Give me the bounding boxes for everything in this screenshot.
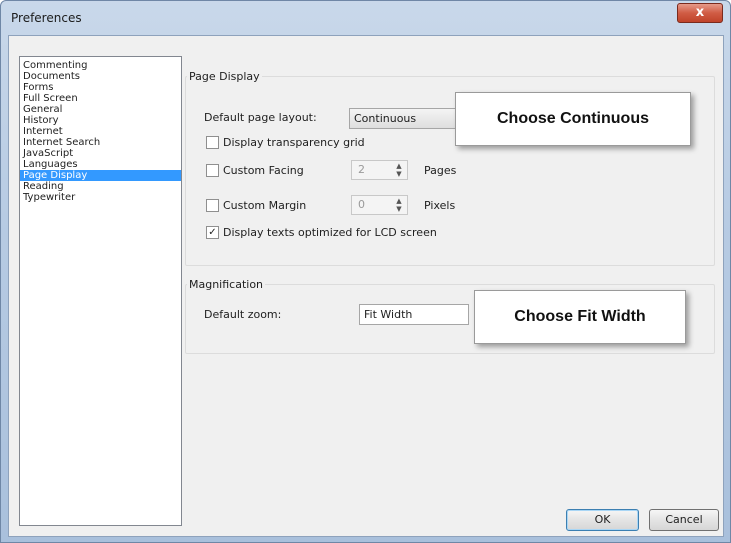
custom-facing-label[interactable]: Custom Facing <box>223 164 304 177</box>
stepper-arrows-icon[interactable]: ▲ ▼ <box>394 197 404 213</box>
category-item-full-screen[interactable]: Full Screen <box>20 93 181 104</box>
preferences-window: Preferences x Commenting Documents Forms… <box>0 0 731 543</box>
custom-margin-label[interactable]: Custom Margin <box>223 199 306 212</box>
default-zoom-value: Fit Width <box>364 308 413 321</box>
checkmark-icon: ✓ <box>208 227 217 238</box>
custom-facing-value: 2 <box>358 163 365 176</box>
custom-facing-unit: Pages <box>424 164 457 177</box>
custom-margin-value: 0 <box>358 198 365 211</box>
default-zoom-select[interactable]: Fit Width <box>359 304 469 325</box>
category-item-general[interactable]: General <box>20 104 181 115</box>
transparency-grid-checkbox[interactable] <box>206 136 219 149</box>
category-item-reading[interactable]: Reading <box>20 181 181 192</box>
callout-choose-fit-width: Choose Fit Width <box>474 290 686 344</box>
dialog-body: Commenting Documents Forms Full Screen G… <box>8 35 724 537</box>
category-item-internet-search[interactable]: Internet Search <box>20 137 181 148</box>
callout-choose-continuous: Choose Continuous <box>455 92 691 146</box>
category-list[interactable]: Commenting Documents Forms Full Screen G… <box>19 56 182 526</box>
custom-facing-stepper[interactable]: 2 ▲ ▼ <box>351 160 408 180</box>
custom-margin-unit: Pixels <box>424 199 456 212</box>
magnification-group-title: Magnification <box>187 278 266 291</box>
custom-margin-checkbox[interactable] <box>206 199 219 212</box>
category-item-internet[interactable]: Internet <box>20 126 181 137</box>
page-layout-value: Continuous <box>354 112 417 125</box>
custom-margin-stepper[interactable]: 0 ▲ ▼ <box>351 195 408 215</box>
page-display-group-title: Page Display <box>187 70 262 83</box>
default-zoom-label: Default zoom: <box>204 308 282 321</box>
category-item-page-display[interactable]: Page Display <box>20 170 181 181</box>
category-item-typewriter[interactable]: Typewriter <box>20 192 181 203</box>
category-item-history[interactable]: History <box>20 115 181 126</box>
custom-facing-checkbox[interactable] <box>206 164 219 177</box>
transparency-grid-label[interactable]: Display transparency grid <box>223 136 365 149</box>
close-icon: x <box>695 5 705 20</box>
category-item-commenting[interactable]: Commenting <box>20 60 181 71</box>
category-item-languages[interactable]: Languages <box>20 159 181 170</box>
stepper-arrows-icon[interactable]: ▲ ▼ <box>394 162 404 178</box>
lcd-text-label[interactable]: Display texts optimized for LCD screen <box>223 226 437 239</box>
window-title: Preferences <box>11 11 82 25</box>
category-item-forms[interactable]: Forms <box>20 82 181 93</box>
ok-button[interactable]: OK <box>566 509 639 531</box>
category-item-documents[interactable]: Documents <box>20 71 181 82</box>
page-layout-select[interactable]: Continuous <box>349 108 459 129</box>
cancel-button[interactable]: Cancel <box>649 509 719 531</box>
callout-fit-width-text: Choose Fit Width <box>514 308 646 325</box>
default-page-layout-label: Default page layout: <box>204 111 317 124</box>
title-bar[interactable]: Preferences x <box>1 1 730 35</box>
callout-continuous-text: Choose Continuous <box>497 110 649 127</box>
close-button[interactable]: x <box>677 3 723 23</box>
lcd-text-checkbox[interactable]: ✓ <box>206 226 219 239</box>
category-item-javascript[interactable]: JavaScript <box>20 148 181 159</box>
